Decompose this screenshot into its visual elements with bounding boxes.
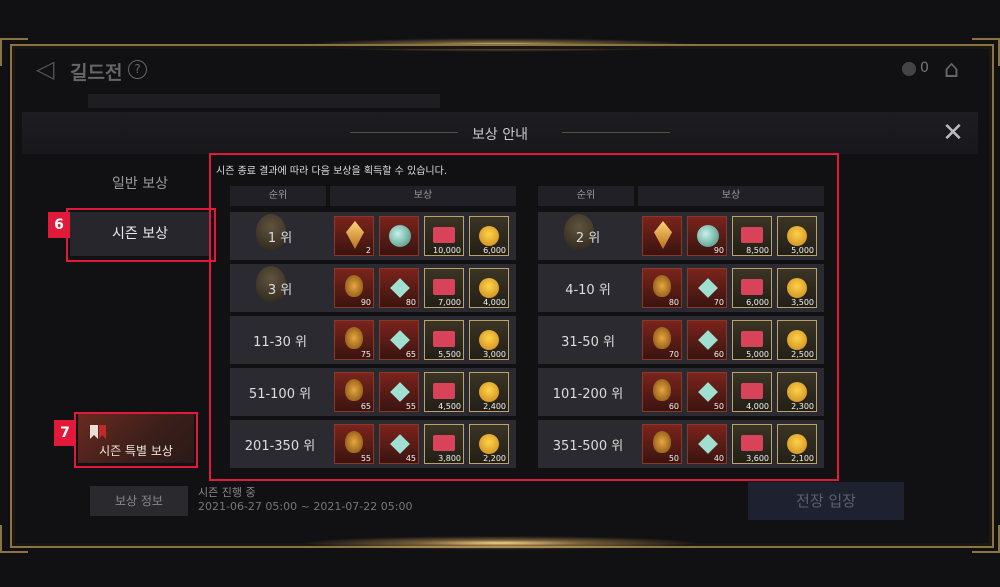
- coin-icon: [902, 62, 916, 76]
- enter-battlefield-button[interactable]: 전장 입장: [748, 482, 904, 520]
- panel-title: 보상 안내: [472, 127, 528, 143]
- help-icon[interactable]: ?: [128, 60, 147, 79]
- highlight-season-tab: [66, 208, 216, 262]
- reward-info-button[interactable]: 보상 정보: [90, 486, 188, 516]
- highlight-reward-table: [209, 153, 839, 481]
- frame-glow-bottom: [300, 536, 700, 550]
- close-icon[interactable]: ✕: [940, 120, 966, 146]
- page-title: 길드전: [70, 62, 123, 84]
- back-icon[interactable]: ◁: [36, 56, 62, 82]
- tab-general-reward[interactable]: 일반 보상: [70, 164, 210, 204]
- title-ornament-right: [562, 132, 670, 133]
- highlight-special-tab: [74, 412, 198, 468]
- panel-header: 보상 안내 ✕: [22, 112, 978, 154]
- frame-corner: [0, 525, 28, 553]
- season-status: 시즌 진행 중: [198, 486, 256, 499]
- background-strip: [88, 94, 440, 108]
- callout-badge-7: 7: [54, 420, 76, 446]
- coin-count: 0: [920, 60, 929, 76]
- home-icon[interactable]: ⌂: [944, 56, 970, 82]
- frame-corner: [972, 525, 1000, 553]
- footer-bar: 보상 정보 시즌 진행 중 2021-06-27 05:00 ~ 2021-07…: [22, 478, 978, 528]
- season-dates: 2021-06-27 05:00 ~ 2021-07-22 05:00: [198, 500, 413, 513]
- top-bar: ◁ 길드전 ? 0 ⌂: [22, 50, 978, 90]
